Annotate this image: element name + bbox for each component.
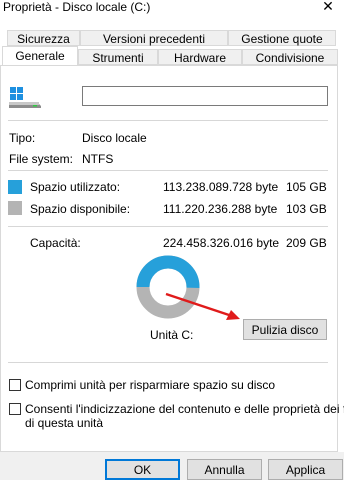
compress-label: Comprimi unità per risparmiare spazio su…: [25, 378, 276, 392]
used-space-label: Spazio utilizzato:: [30, 180, 121, 194]
capacity-label: Capacità:: [30, 236, 81, 250]
capacity-gb: 209 GB: [286, 236, 327, 250]
type-label: Tipo:: [9, 131, 36, 145]
drive-name-input[interactable]: [82, 86, 328, 106]
compress-checkbox[interactable]: [9, 379, 21, 391]
drive-letter-label: Unità C:: [150, 328, 194, 342]
used-space-bytes: 113.238.089.728 byte: [163, 180, 279, 194]
disk-cleanup-button[interactable]: Pulizia disco: [243, 319, 327, 340]
used-space-gb: 105 GB: [286, 180, 327, 194]
tab-generale[interactable]: Generale: [2, 46, 78, 66]
index-checkbox[interactable]: [9, 403, 21, 415]
free-space-gb: 103 GB: [286, 202, 327, 216]
index-label-line2: di questa unità: [25, 416, 104, 430]
tab-gestione-quote[interactable]: Gestione quote: [228, 30, 336, 46]
red-arrow-annotation: [165, 292, 240, 320]
used-space-swatch: [8, 180, 22, 194]
free-space-label: Spazio disponibile:: [30, 202, 131, 216]
separator: [8, 226, 328, 227]
file-system-value: NTFS: [82, 152, 114, 166]
tab-versioni-precedenti[interactable]: Versioni precedenti: [80, 30, 228, 46]
capacity-bytes: 224.458.326.016 byte: [163, 236, 280, 250]
title-bar: Proprietà - Disco locale (C:) ✕: [0, 0, 344, 16]
separator: [8, 362, 328, 363]
drive-icon: [9, 87, 41, 108]
ok-button[interactable]: OK: [105, 459, 180, 480]
free-space-swatch: [8, 201, 22, 215]
tab-strumenti[interactable]: Strumenti: [78, 49, 158, 65]
type-value: Disco locale: [82, 131, 147, 145]
close-icon[interactable]: ✕: [318, 0, 338, 16]
tab-sicurezza[interactable]: Sicurezza: [7, 30, 80, 46]
separator: [8, 120, 328, 121]
apply-button[interactable]: Applica: [268, 459, 343, 480]
tab-hardware[interactable]: Hardware: [158, 49, 242, 65]
file-system-label: File system:: [9, 152, 74, 166]
free-space-bytes: 111.220.236.288 byte: [163, 202, 278, 216]
cancel-button[interactable]: Annulla: [187, 459, 262, 480]
tab-condivisione[interactable]: Condivisione: [242, 49, 338, 65]
index-label-line1: Consenti l'indicizzazione del contenuto …: [25, 402, 344, 416]
donut-used-arc: [136, 255, 200, 289]
window-title: Proprietà - Disco locale (C:): [3, 0, 151, 14]
separator: [8, 170, 328, 171]
